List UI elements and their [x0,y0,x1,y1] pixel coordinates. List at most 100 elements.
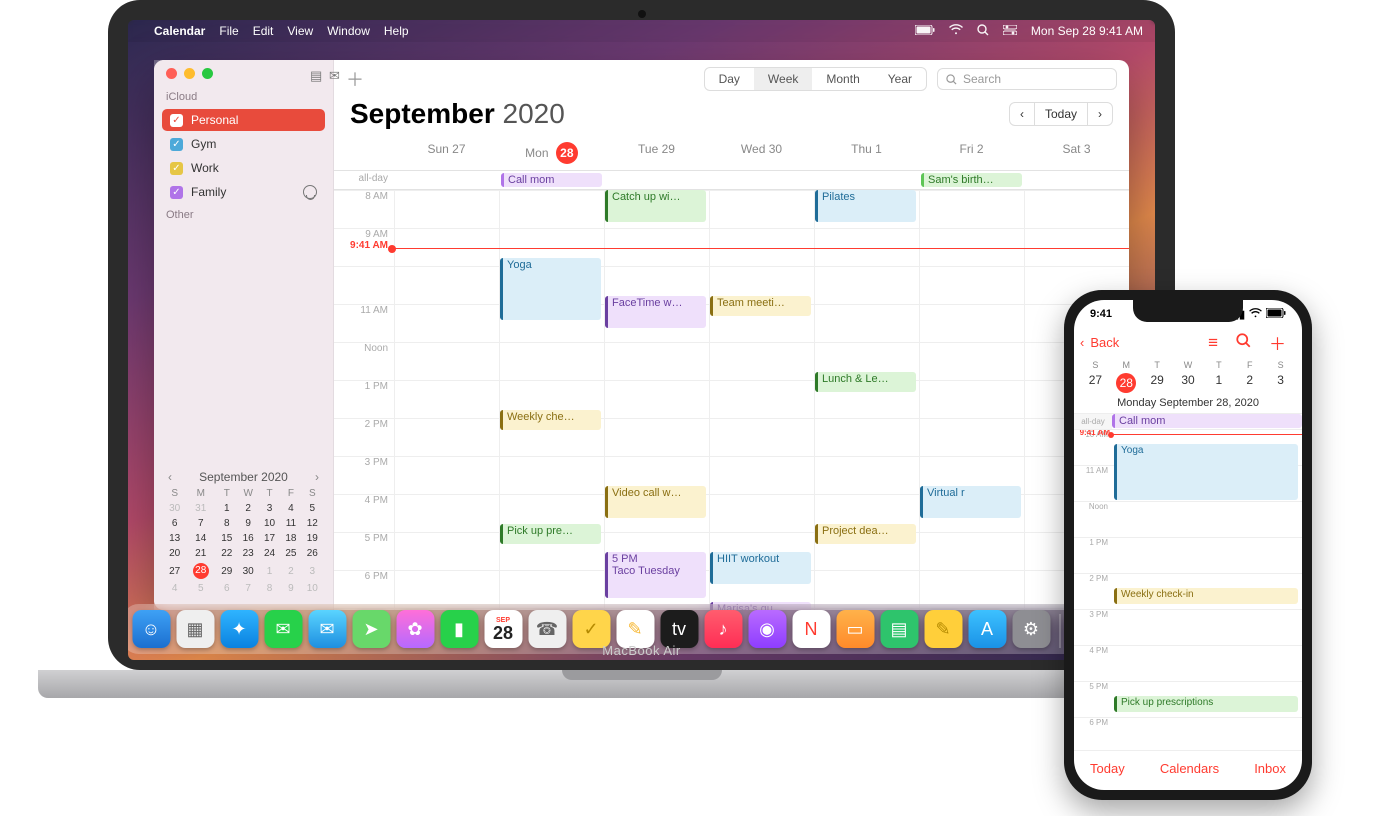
iphone-week-scrubber[interactable]: SMTWTFS27282930123 [1074,359,1302,395]
day-header[interactable]: Sat 3 [1024,136,1129,170]
iphone-hour-row[interactable]: 4 PM [1074,646,1302,682]
grid-cell[interactable] [814,418,919,456]
sidebar-toggle-icon[interactable]: ▤ [310,68,321,79]
dock-app-keynote[interactable]: ▭ [836,610,874,648]
iphone-hour-row[interactable]: Noon [1074,502,1302,538]
grid-cell[interactable] [919,570,1024,608]
mini-day[interactable]: 7 [237,581,258,596]
mini-day[interactable]: 13 [164,531,185,546]
checkbox-icon[interactable]: ✓ [170,114,183,127]
seg-year[interactable]: Year [874,68,926,90]
grid-cell[interactable] [919,418,1024,456]
seg-week[interactable]: Week [754,68,812,90]
mini-day[interactable]: 2 [280,561,301,581]
grid-cell[interactable] [604,342,709,380]
mini-day[interactable]: 24 [259,546,280,561]
grid-cell[interactable] [709,228,814,266]
day-header[interactable]: Fri 2 [919,136,1024,170]
menu-help[interactable]: Help [384,24,409,38]
checkbox-icon[interactable]: ✓ [170,138,183,151]
mini-day[interactable]: 21 [185,546,216,561]
day-header[interactable]: Thu 1 [814,136,919,170]
grid-cell[interactable] [604,380,709,418]
grid-cell[interactable] [499,570,604,608]
dock-app-messages[interactable]: ✉︎ [264,610,302,648]
event[interactable]: 5 PM Taco Tuesday [605,552,706,598]
mini-day[interactable]: 29 [216,561,237,581]
dock-app-mail[interactable]: ✉ [308,610,346,648]
grid-cell[interactable] [709,342,814,380]
grid-cell[interactable] [394,304,499,342]
iphone-day-grid[interactable]: 9:41 AM 10 AM11 AMNoon1 PM2 PM3 PM4 PM5 … [1074,430,1302,750]
day-number[interactable]: 2 [1234,371,1265,395]
menu-edit[interactable]: Edit [253,24,274,38]
all-day-cell[interactable]: Call mom [499,171,604,189]
mini-day[interactable]: 8 [216,516,237,531]
day-number[interactable]: 30 [1173,371,1204,395]
mini-day[interactable]: 6 [216,581,237,596]
day-header[interactable]: Tue 29 [604,136,709,170]
dock-app-news[interactable]: N [792,610,830,648]
grid-cell[interactable] [1024,228,1129,266]
dock-app-podcasts[interactable]: ◉ [748,610,786,648]
event[interactable]: Catch up wi… [605,190,706,222]
mini-day[interactable]: 16 [237,531,258,546]
day-header[interactable]: Mon 28 [499,136,604,170]
iphone-today-button[interactable]: Today [1090,761,1125,776]
event[interactable]: Sam's birth… [921,173,1022,187]
list-view-icon[interactable]: ≡ [1202,333,1224,353]
grid-cell[interactable] [709,380,814,418]
battery-icon[interactable] [915,24,935,38]
prev-week-button[interactable]: ‹ [1009,102,1035,126]
grid-cell[interactable] [604,418,709,456]
dock-app-launchpad[interactable]: ▦ [176,610,214,648]
grid-cell[interactable] [919,304,1024,342]
grid-cell[interactable] [709,418,814,456]
grid-cell[interactable] [394,456,499,494]
wifi-icon[interactable] [949,24,963,38]
mini-day[interactable]: 5 [185,581,216,596]
event[interactable]: Pick up pre… [500,524,601,544]
grid-cell[interactable] [814,304,919,342]
event[interactable]: Project dea… [815,524,916,544]
grid-cell[interactable] [604,228,709,266]
calendar-list-item[interactable]: ✓Family [162,181,325,203]
day-header[interactable]: Sun 27 [394,136,499,170]
inbox-icon[interactable]: ✉︎ [329,68,340,79]
mini-day[interactable]: 5 [302,501,323,516]
dock-app-settings[interactable]: ⚙ [1012,610,1050,648]
mini-day[interactable]: 4 [280,501,301,516]
event[interactable]: Video call w… [605,486,706,518]
mini-day[interactable]: 1 [259,561,280,581]
event[interactable]: Yoga [1114,444,1298,500]
day-number[interactable]: 29 [1142,371,1173,395]
mini-day[interactable]: 23 [237,546,258,561]
iphone-hour-row[interactable]: 3 PM [1074,610,1302,646]
event[interactable]: Pick up prescriptions [1114,696,1298,712]
grid-cell[interactable] [709,456,814,494]
spotlight-icon[interactable] [977,24,989,39]
grid-cell[interactable] [1024,190,1129,228]
mini-day[interactable]: 8 [259,581,280,596]
mini-day[interactable]: 1 [216,501,237,516]
grid-cell[interactable] [499,342,604,380]
iphone-hour-row[interactable]: 6 PM [1074,718,1302,750]
mini-day[interactable]: 30 [164,501,185,516]
mini-day[interactable]: 22 [216,546,237,561]
day-number[interactable]: 3 [1265,371,1296,395]
menu-file[interactable]: File [219,24,238,38]
all-day-cell[interactable] [1024,171,1129,189]
mini-day[interactable]: 17 [259,531,280,546]
dock-app-appstore[interactable]: A [968,610,1006,648]
dock-app-calendar[interactable]: SEP28 [484,610,522,648]
mini-day[interactable]: 25 [280,546,301,561]
day-number[interactable]: 27 [1080,371,1111,395]
mini-prev-month[interactable]: ‹ [164,470,176,484]
minimize-button[interactable] [184,68,195,79]
next-week-button[interactable]: › [1087,102,1113,126]
event[interactable]: Team meeti… [710,296,811,316]
dock-app-facetime[interactable]: ▮ [440,610,478,648]
event[interactable]: Weekly che… [500,410,601,430]
grid-cell[interactable] [919,228,1024,266]
iphone-hour-row[interactable]: 1 PM [1074,538,1302,574]
